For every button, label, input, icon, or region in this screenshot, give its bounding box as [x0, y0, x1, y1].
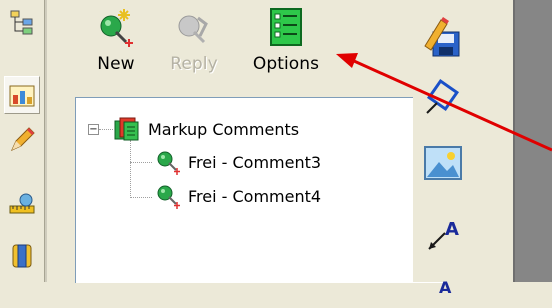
- annotation-arrow: [336, 53, 552, 152]
